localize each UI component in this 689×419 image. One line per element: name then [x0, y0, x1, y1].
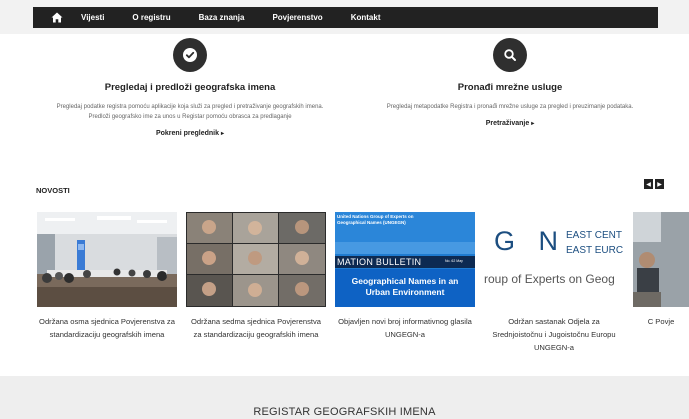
chevron-left-icon[interactable]: ◀: [644, 179, 653, 189]
news-caption: Održana sedma sjednica Povjerenstva za s…: [190, 317, 321, 339]
division-right-text-1: EAST CENT: [566, 230, 622, 241]
start-viewer-link[interactable]: Pokreni preglednik ▸: [156, 130, 224, 137]
feature-title: Pronađi mrežne usluge: [457, 82, 563, 93]
news-caption: Održana osma sjednica Povjerenstva za st…: [39, 317, 175, 339]
news-caption: Objavljen novi broj informativnog glasil…: [338, 317, 472, 339]
feature-title: Pregledaj i predloži geografska imena: [104, 82, 276, 93]
division-bottom-text: roup of Experts on Geog: [484, 272, 615, 286]
bulletin-box-text: Geographical Names in an Urban Environme…: [351, 276, 459, 297]
news-caption: Održan sastanak Odjela za Srednjoistočnu…: [492, 317, 616, 352]
news-image-meeting-room: [37, 212, 177, 307]
nav-item-kontakt[interactable]: Kontakt: [351, 13, 381, 22]
bulletin-issue-text: No. 62 May: [445, 259, 463, 263]
main-navigation: Vijesti O registru Baza znanja Povjerens…: [33, 7, 658, 28]
feature-description: Pregledaj metapodatke Registra i pronađi…: [386, 104, 634, 110]
feature-browse-names: Pregledaj i predloži geografska imena Pr…: [45, 38, 335, 140]
news-card[interactable]: Održana osma sjednica Povjerenstva za st…: [37, 212, 177, 341]
news-card[interactable]: C Povje: [633, 212, 689, 328]
news-image-ungegn-division: G N EAST CENT EAST EURC roup of Experts …: [484, 212, 624, 307]
news-caption: C Povje: [647, 317, 675, 326]
header: Vijesti O registru Baza znanja Povjerens…: [0, 0, 689, 34]
news-image-bulletin: United Nations Group of Experts on Geogr…: [335, 212, 475, 307]
page: Vijesti O registru Baza znanja Povjerens…: [0, 0, 689, 419]
link-label: Pretraživanje: [485, 120, 530, 127]
nav-item-povjerenstvo[interactable]: Povjerenstvo: [272, 13, 322, 22]
news-card[interactable]: Održana sedma sjednica Povjerenstva za s…: [186, 212, 326, 341]
carousel-controls: ◀ ▶: [644, 179, 664, 189]
news-image-video-call: [186, 212, 326, 307]
caret-right-icon: ▸: [221, 131, 225, 137]
news-image-partial: [633, 212, 689, 307]
division-right-text-2: EAST EURC: [566, 245, 624, 256]
search-icon: [493, 38, 527, 72]
bulletin-header-text: United Nations Group of Experts on Geogr…: [337, 214, 414, 225]
feature-find-services: Pronađi mrežne usluge Pregledaj metapoda…: [370, 38, 650, 130]
bulletin-banner-text: MATION BULLETIN: [337, 257, 422, 267]
news-heading: NOVOSTI: [36, 186, 70, 195]
nav-item-vijesti[interactable]: Vijesti: [81, 13, 104, 22]
news-card[interactable]: G N EAST CENT EAST EURC roup of Experts …: [484, 212, 624, 354]
nav-item-baza-znanja[interactable]: Baza znanja: [199, 13, 245, 22]
chevron-right-icon[interactable]: ▶: [655, 179, 664, 189]
home-icon[interactable]: [33, 7, 81, 28]
search-link[interactable]: Pretraživanje ▸: [486, 120, 535, 127]
footer: REGISTAR GEOGRAFSKIH IMENA: [0, 376, 689, 419]
division-logo-letters: G N: [494, 226, 567, 256]
feature-description: Pregledaj podatke registra pomoću aplika…: [56, 104, 324, 120]
nav-item-o-registru[interactable]: O registru: [132, 13, 170, 22]
link-label: Pokreni preglednik: [155, 130, 219, 137]
news-card[interactable]: United Nations Group of Experts on Geogr…: [335, 212, 475, 341]
caret-right-icon: ▸: [531, 121, 535, 127]
check-icon: [173, 38, 207, 72]
footer-title: REGISTAR GEOGRAFSKIH IMENA: [253, 406, 436, 418]
